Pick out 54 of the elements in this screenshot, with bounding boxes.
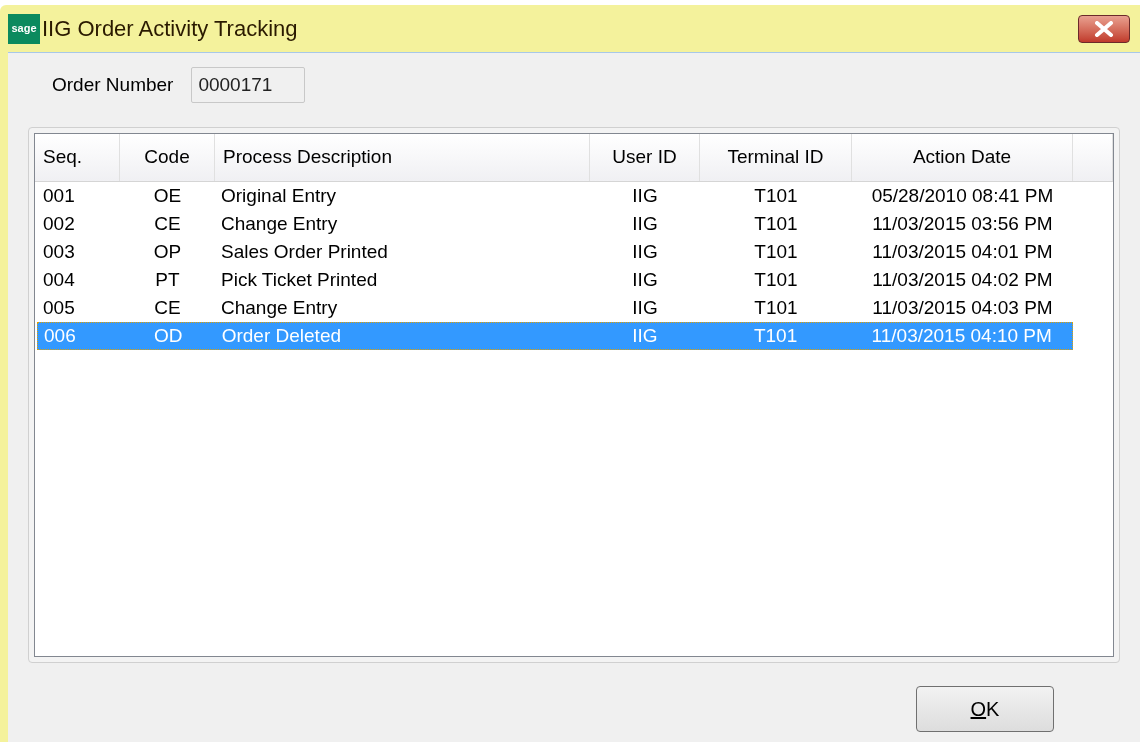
column-header[interactable]: Seq. — [35, 134, 120, 181]
table-row[interactable]: 003 OP Sales Order Printed IIG T101 11/03/2015 04:01 PM — [37, 238, 1073, 266]
table-cell-text: Sales Order Printed — [220, 239, 389, 264]
table-cell-text: OD — [153, 323, 184, 348]
column-header[interactable]: Action Date — [852, 134, 1073, 181]
table-cell-text: OP — [152, 239, 183, 264]
table-cell-text: T101 — [753, 183, 799, 208]
table-cell-text: 11/03/2015 04:01 PM — [871, 239, 1054, 264]
table-cell-text: 005 — [42, 295, 76, 320]
column-header[interactable]: Code — [120, 134, 215, 181]
table-row[interactable]: 002 CE Change Entry IIG T101 11/03/2015 03:56 PM — [37, 210, 1073, 238]
order-number-field: 0000171 — [191, 67, 306, 103]
table-cell-text: 004 — [42, 267, 76, 292]
table-cell-text: 11/03/2015 04:10 PM — [870, 323, 1053, 348]
table-row[interactable]: 001 OE Original Entry IIG T101 05/28/2010 08:41 PM — [37, 182, 1073, 210]
table-cell-text: T101 — [752, 323, 799, 348]
table-cell-text: IIG — [631, 295, 659, 320]
table-cell-text: 11/03/2015 03:56 PM — [871, 211, 1054, 236]
table-cell-text: IIG — [631, 183, 659, 208]
table-cell-text: T101 — [753, 267, 799, 292]
table-cell-text: Change Entry — [220, 295, 339, 320]
table-cell-text: PT — [154, 267, 181, 292]
table-cell-text: 006 — [43, 323, 77, 348]
table-cell-text: T101 — [753, 239, 799, 264]
table-cell-text: 001 — [42, 183, 76, 208]
table-cell-text: CE — [153, 211, 182, 236]
table-cell-text: IIG — [631, 239, 659, 264]
table-cell-text: 11/03/2015 04:02 PM — [871, 267, 1054, 292]
table-cell-text: 002 — [42, 211, 76, 236]
table-cell-text: Pick Ticket Printed — [220, 267, 379, 292]
window-title: IIG Order Activity Tracking — [42, 15, 298, 43]
close-button[interactable] — [1078, 14, 1130, 43]
column-header[interactable]: Process Description — [215, 134, 590, 181]
table-cell-text: OE — [152, 183, 183, 208]
table-cell-text: IIG — [631, 267, 659, 292]
table-cell-text: Order Deleted — [220, 323, 343, 348]
table-cell-text: T101 — [753, 295, 799, 320]
table-cell-text: 11/03/2015 04:03 PM — [871, 295, 1054, 320]
table-cell-text: 003 — [42, 239, 76, 264]
ok-button[interactable]: OK — [916, 686, 1054, 732]
app-logo: sage — [8, 13, 40, 44]
column-header[interactable]: Terminal ID — [700, 134, 852, 181]
order-number-label: Order Number — [52, 72, 174, 97]
table-cell-text: Change Entry — [220, 211, 339, 236]
column-header[interactable]: User ID — [590, 134, 700, 181]
table-cell-text: 05/28/2010 08:41 PM — [870, 183, 1055, 208]
table-cell-text: IIG — [631, 211, 659, 236]
table-cell-text: IIG — [631, 323, 659, 348]
table-row[interactable]: 004 PT Pick Ticket Printed IIG T101 11/03/2015 04:02 PM — [37, 266, 1073, 294]
close-icon — [1093, 20, 1115, 37]
table-cell-text: T101 — [753, 211, 799, 236]
table-cell-text: CE — [153, 295, 182, 320]
table-row[interactable]: 005 CE Change Entry IIG T101 11/03/2015 04:03 PM — [37, 294, 1073, 322]
table-cell-text: Original Entry — [220, 183, 338, 208]
